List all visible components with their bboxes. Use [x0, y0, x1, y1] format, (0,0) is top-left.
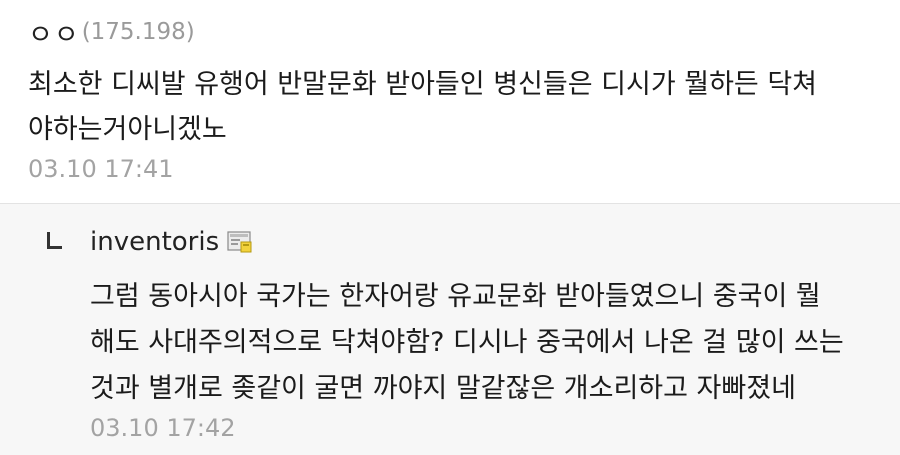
reply-arrow-icon [47, 232, 62, 249]
comment-ip: (175.198) [81, 19, 195, 45]
gallog-icon[interactable] [227, 230, 253, 254]
comment-nickname[interactable]: ㅇㅇ [28, 13, 80, 52]
reply-header: inventoris [90, 224, 253, 260]
comment-date: 03.10 17:41 [28, 155, 174, 183]
reply-nickname[interactable]: inventoris [90, 227, 219, 257]
reply-text: 그럼 동아시아 국가는 한자어랑 유교문화 받아들였으니 중국이 뭘 해도 사대… [90, 281, 844, 404]
reply-date: 03.10 17:42 [90, 414, 236, 442]
comment-item: ㅇㅇ (175.198) 최소한 디씨발 유행어 반말문화 받아들인 병신들은 … [0, 0, 900, 204]
comment-text: 최소한 디씨발 유행어 반말문화 받아들인 병신들은 디시가 뭘하든 닥쳐 야하… [28, 69, 818, 145]
comment-header: ㅇㅇ (175.198) [28, 13, 195, 52]
reply-item: inventoris 그럼 동아시아 국가는 한자어랑 유교문화 받아들였으니 … [0, 204, 900, 455]
